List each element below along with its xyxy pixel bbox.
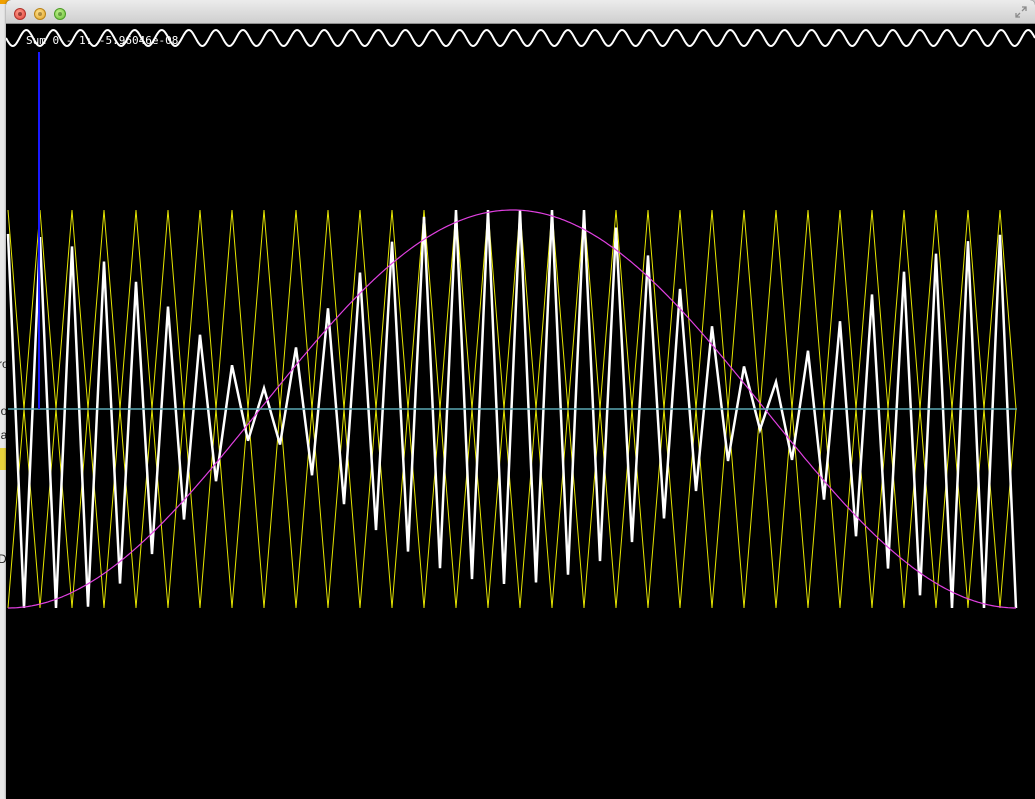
zoom-icon[interactable] (54, 8, 66, 20)
minimize-icon[interactable] (34, 8, 46, 20)
close-icon[interactable] (14, 8, 26, 20)
app-window: Sum 0 - 1: -5.96046e-08 (6, 0, 1035, 799)
window-titlebar[interactable] (6, 0, 1035, 24)
fullscreen-icon[interactable] (1015, 6, 1027, 18)
sum-readout: Sum 0 - 1: -5.96046e-08 (26, 34, 179, 47)
plot-canvas: Sum 0 - 1: -5.96046e-08 (6, 24, 1035, 799)
waveform-plot (6, 28, 1035, 609)
